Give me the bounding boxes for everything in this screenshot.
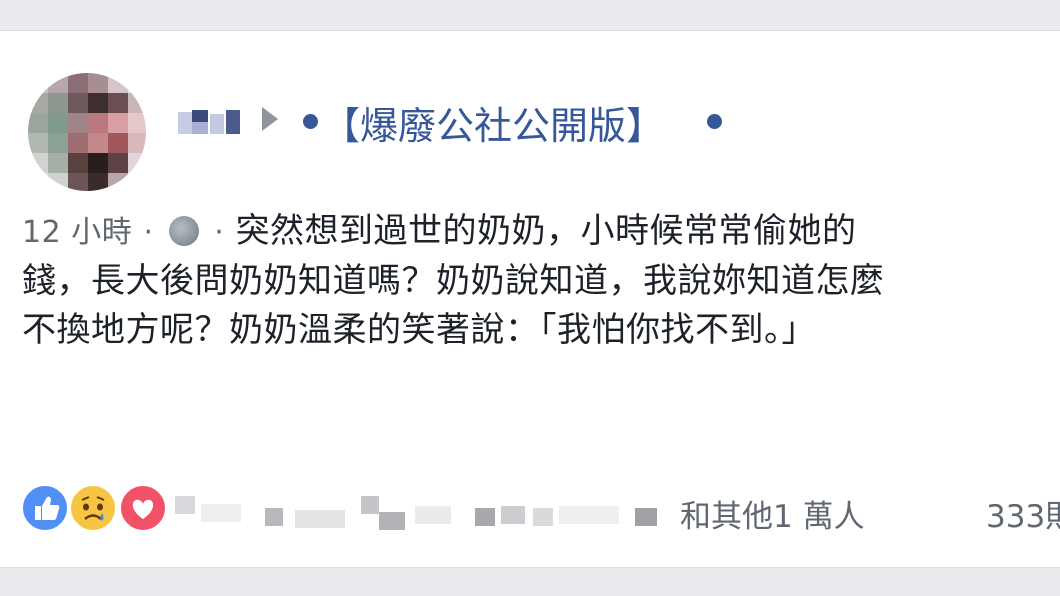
post-card: 【爆廢公社公開版】 12 小時 · · 突然想到過世的奶奶，小時候常常偷她的 錢…: [0, 30, 1060, 568]
body-line-1: 突然想到過世的奶奶，小時候常常偷她的: [235, 211, 857, 251]
post-body: 12 小時 · · 突然想到過世的奶奶，小時候常常偷她的 錢，長大後問奶奶知道嗎…: [22, 207, 1032, 355]
separator: ·: [143, 215, 154, 250]
comment-count[interactable]: 333則: [986, 491, 1060, 536]
reaction-count[interactable]: 和其他1 萬人: [680, 491, 865, 536]
avatar[interactable]: [28, 73, 146, 191]
dot-right-icon: [707, 114, 722, 129]
body-line-3: 不換地方呢？奶奶溫柔的笑著說：「我怕你找不到。」: [22, 310, 816, 350]
body-line-2: 錢，長大後問奶奶知道嗎？奶奶說知道，我說妳知道怎麼: [22, 261, 885, 301]
author-name-redacted[interactable]: [170, 106, 250, 138]
reactor-names-redacted[interactable]: [175, 494, 675, 534]
globe-icon[interactable]: [168, 216, 199, 246]
sad-icon[interactable]: [68, 483, 118, 533]
like-icon[interactable]: [20, 483, 70, 533]
separator-2: ·: [214, 215, 225, 250]
share-arrow-icon: [262, 107, 278, 131]
dot-left-icon: [303, 114, 318, 129]
love-icon[interactable]: [118, 483, 168, 533]
timestamp[interactable]: 12 小時: [22, 215, 132, 250]
group-name-link[interactable]: 【爆廢公社公開版】: [322, 95, 664, 150]
